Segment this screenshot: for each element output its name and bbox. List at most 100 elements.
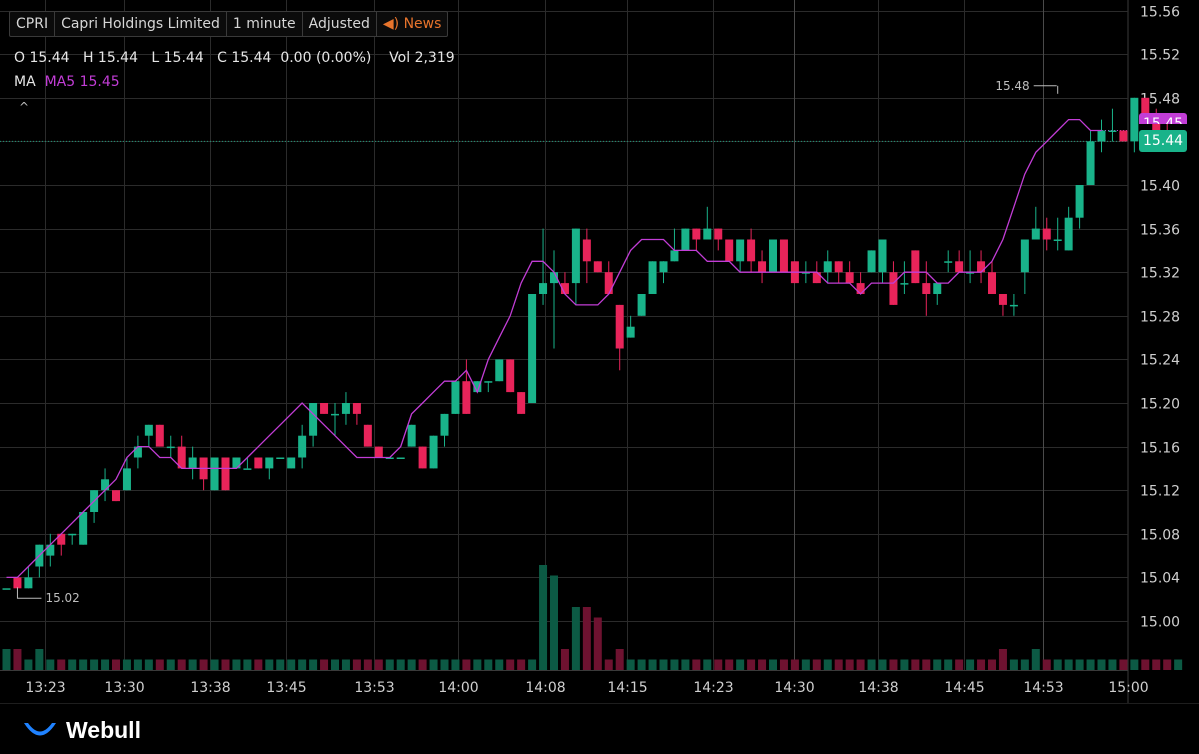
x-tick-label: 14:30 — [774, 680, 814, 696]
candle-body — [2, 588, 11, 590]
volume-bar — [495, 659, 504, 670]
chevron-up-icon[interactable]: ^ — [19, 100, 29, 114]
candle-body — [659, 261, 668, 273]
volume-bar — [188, 659, 197, 670]
volume-bar — [1141, 659, 1150, 670]
volume-bar — [560, 649, 569, 670]
volume-bar — [35, 649, 44, 670]
candle-body — [528, 294, 537, 403]
candle-body — [429, 435, 438, 469]
candle-body — [867, 250, 876, 273]
y-tick-label: 15.56 — [1140, 5, 1180, 21]
candle-body — [955, 261, 964, 273]
volume-bar — [966, 659, 975, 670]
y-tick-label: 15.16 — [1140, 441, 1180, 457]
candle-body — [933, 283, 942, 294]
candle-body — [232, 457, 241, 469]
x-tick-label: 14:53 — [1023, 680, 1063, 696]
volume-bar — [582, 607, 591, 670]
volume-bar — [528, 659, 537, 670]
volume-bar — [867, 659, 876, 670]
candle-body — [1086, 141, 1095, 185]
candle-body — [166, 446, 175, 449]
candle-body — [703, 228, 712, 240]
candle-body — [582, 239, 591, 262]
candle-body — [79, 512, 88, 545]
volume-bar — [1086, 659, 1095, 670]
candle-body — [440, 413, 449, 436]
volume-bar — [692, 659, 701, 670]
volume-bar — [637, 659, 646, 670]
candle-body — [736, 239, 745, 262]
volume-bar — [1042, 659, 1051, 670]
x-tick-label: 14:08 — [525, 680, 565, 696]
candle-body — [1097, 130, 1106, 142]
candle-body — [604, 272, 613, 294]
brand-name: Webull — [66, 717, 141, 743]
candle-body — [462, 381, 471, 414]
candle-body — [320, 403, 329, 414]
y-tick-label: 15.40 — [1140, 179, 1180, 195]
interval-selector[interactable]: 1 minute — [227, 12, 303, 36]
x-tick-label: 14:15 — [607, 680, 647, 696]
volume-bar — [287, 659, 296, 670]
ma-value: MA5 15.45 — [44, 74, 120, 90]
candle-body — [856, 283, 865, 294]
volume-bar — [747, 659, 756, 670]
volume-bar — [659, 659, 668, 670]
volume-bar — [429, 659, 438, 670]
candle-body — [988, 272, 996, 294]
symbol-label[interactable]: CPRI — [10, 12, 56, 36]
last-price-tag: 15.44 — [1139, 130, 1187, 152]
open-label: O — [14, 50, 26, 66]
volume-bar — [626, 659, 635, 670]
candle-body — [878, 239, 887, 273]
volume-bar — [177, 659, 186, 670]
volume-bar — [878, 659, 887, 670]
news-button[interactable]: ◀) News — [377, 12, 448, 36]
volume-bar — [812, 659, 821, 670]
change-value: 0.00 (0.00%) — [280, 50, 372, 66]
candle-body — [309, 403, 318, 436]
x-tick-label: 14:23 — [693, 680, 733, 696]
volume-bar — [681, 659, 690, 670]
y-tick-label: 15.24 — [1140, 353, 1180, 369]
candle-body — [922, 283, 931, 294]
candle-body — [352, 403, 361, 414]
candle-body — [517, 392, 526, 414]
volume-bar — [998, 649, 1007, 670]
candle-body — [725, 239, 734, 262]
volume-bar — [396, 659, 405, 670]
volume-bar — [418, 659, 427, 670]
y-tick-label: 15.12 — [1140, 484, 1180, 500]
candle-body — [112, 490, 120, 502]
volume-bar — [155, 659, 164, 670]
ma-label: MA — [14, 74, 36, 90]
candle-body — [637, 294, 646, 316]
candlestick-chart[interactable]: 15.56 15.52 15.48 15.44 15.40 15.36 15.32 15.28… — [0, 0, 1199, 703]
volume-bar — [1009, 659, 1018, 670]
volume-bar — [670, 659, 679, 670]
candle-body — [758, 261, 767, 273]
ohlc-readout: O 15.44 H 15.44 L 15.44 C 15.44 0.00 (0.… — [14, 50, 455, 66]
candle-body — [188, 457, 197, 469]
candle-body — [889, 272, 898, 305]
adjust-selector[interactable]: Adjusted — [303, 12, 377, 36]
y-tick-label: 15.04 — [1140, 571, 1180, 587]
volume-bar — [736, 659, 745, 670]
volume-bar — [506, 659, 515, 670]
x-tick-label: 14:45 — [944, 680, 984, 696]
volume-bar — [1152, 659, 1161, 670]
high-label: H — [82, 50, 94, 66]
volume-bar — [856, 659, 865, 670]
low-annotation: 15.02 — [45, 591, 79, 605]
volume-bar — [900, 659, 909, 670]
candle-body — [779, 239, 788, 273]
volume-bar — [714, 659, 723, 670]
volume-bar — [210, 659, 219, 670]
candle-body — [692, 228, 701, 240]
candle-body — [495, 359, 504, 382]
volume-bar — [374, 659, 383, 670]
volume-bar — [309, 659, 318, 670]
candle-body — [944, 261, 953, 263]
